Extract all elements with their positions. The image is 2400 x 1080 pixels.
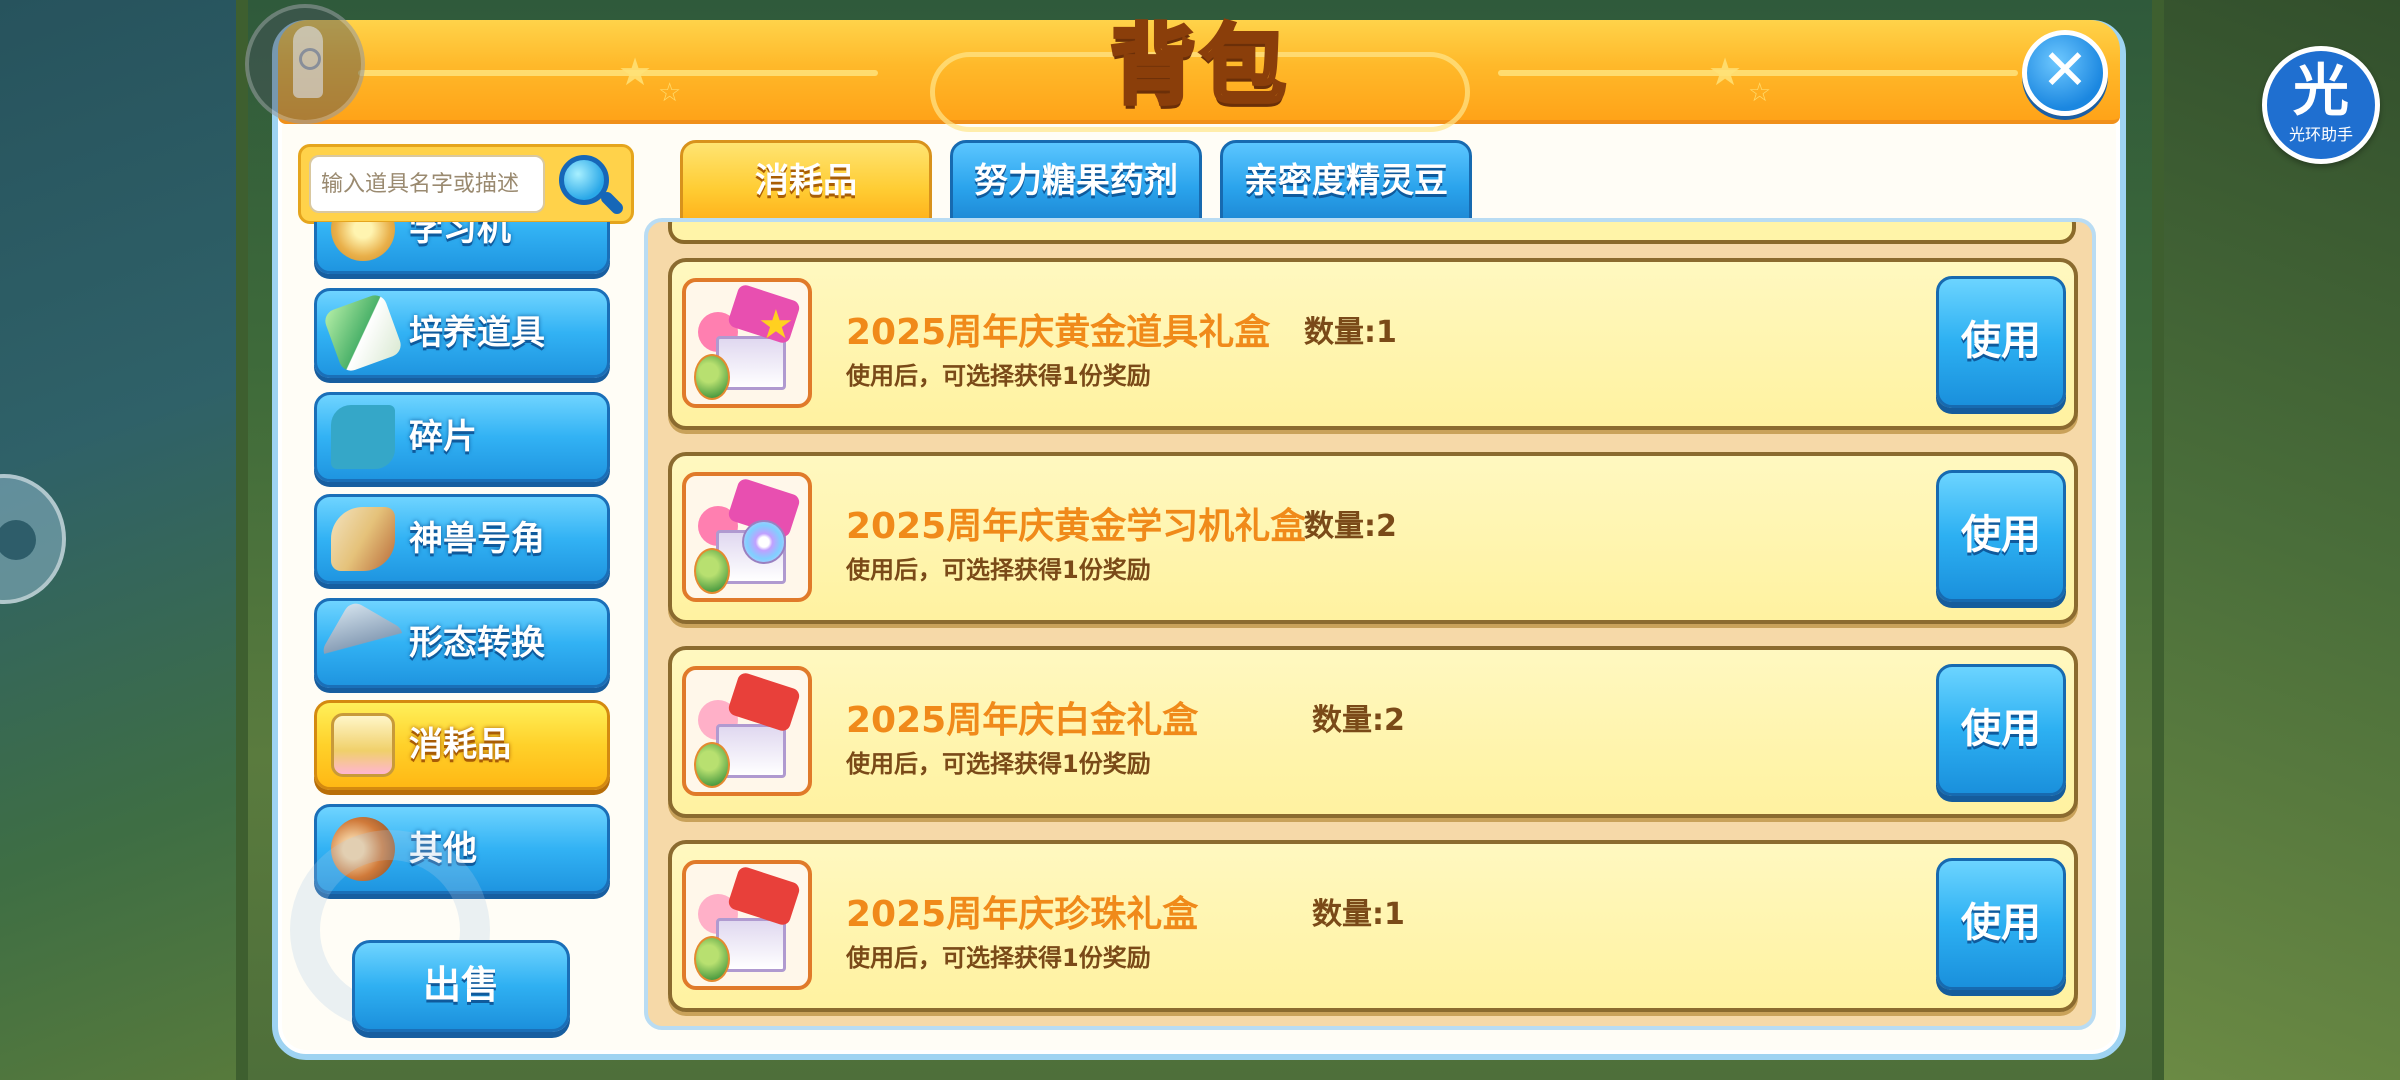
item-row-partial	[668, 222, 2076, 244]
star-icon: ★	[758, 302, 794, 348]
helper-badge[interactable]: 光 光环助手	[2262, 46, 2380, 164]
item-row: 2025周年庆白金礼盒 数量:2 使用后，可选择获得1份奖励 使用	[668, 646, 2078, 818]
form-change-icon	[319, 599, 407, 687]
disc-icon	[742, 520, 786, 564]
category-label: 学习机	[409, 222, 511, 249]
close-button[interactable]: ✕	[2022, 30, 2108, 116]
helper-label: 光环助手	[2288, 125, 2353, 144]
category-learning-machine[interactable]: 学习机	[314, 222, 610, 274]
star-icon: ★	[1708, 50, 1743, 94]
item-quantity: 数量:1	[1312, 897, 1405, 932]
gift-decor	[694, 742, 730, 788]
use-button[interactable]: 使用	[1936, 858, 2066, 990]
gift-decor	[694, 936, 730, 982]
background-right	[2160, 0, 2400, 1080]
tab-intimacy-beans[interactable]: 亲密度精灵豆	[1220, 140, 1472, 222]
learning-machine-icon	[331, 222, 395, 261]
category-beast-horn[interactable]: 神兽号角	[314, 494, 610, 584]
item-list[interactable]: ★ 2025周年庆黄金道具礼盒 数量:1 使用后，可选择获得1份奖励 使用 20…	[644, 218, 2096, 1030]
consumable-icon	[331, 713, 395, 777]
fragment-icon	[331, 405, 395, 469]
gift-box-icon	[682, 666, 812, 796]
helper-glyph: 光	[2293, 59, 2349, 124]
tab-effort-candy[interactable]: 努力糖果药剂	[950, 140, 1202, 222]
category-fragments[interactable]: 碎片	[314, 392, 610, 482]
gift-box-icon	[682, 472, 812, 602]
page-title: 背包	[1108, 14, 1290, 118]
category-label: 消耗品	[409, 725, 511, 765]
category-training-items[interactable]: 培养道具	[314, 288, 610, 378]
item-description: 使用后，可选择获得1份奖励	[846, 556, 1151, 584]
star-icon: ☆	[658, 78, 682, 108]
item-name: 2025周年庆珍珠礼盒	[846, 894, 1199, 935]
item-description: 使用后，可选择获得1份奖励	[846, 944, 1151, 972]
rocket-icon[interactable]	[245, 4, 365, 124]
item-name: 2025周年庆黄金学习机礼盒	[846, 506, 1307, 547]
category-list[interactable]: 学习机 培养道具 碎片 神兽号角 形态转换 消耗品 其他	[300, 222, 630, 902]
gift-decor	[694, 354, 730, 400]
item-row: ★ 2025周年庆黄金道具礼盒 数量:1 使用后，可选择获得1份奖励 使用	[668, 258, 2078, 430]
item-row: 2025周年庆黄金学习机礼盒 数量:2 使用后，可选择获得1份奖励 使用	[668, 452, 2078, 624]
category-consumables[interactable]: 消耗品	[314, 700, 610, 790]
category-label: 碎片	[409, 417, 477, 457]
use-button[interactable]: 使用	[1936, 664, 2066, 796]
category-form-change[interactable]: 形态转换	[314, 598, 610, 688]
search-button[interactable]	[553, 151, 626, 219]
gift-decor	[694, 548, 730, 594]
tab-consumables[interactable]: 消耗品	[680, 140, 932, 222]
item-name: 2025周年庆黄金道具礼盒	[846, 312, 1271, 353]
item-quantity: 数量:1	[1304, 315, 1397, 350]
search-icon-handle	[598, 189, 626, 217]
search-input[interactable]	[309, 155, 545, 213]
header-decor-line	[1498, 70, 2018, 76]
item-description: 使用后，可选择获得1份奖励	[846, 750, 1151, 778]
sell-button[interactable]: 出售	[352, 940, 570, 1032]
frame-strip-left	[236, 0, 248, 1080]
use-button[interactable]: 使用	[1936, 470, 2066, 602]
gift-box-icon	[682, 860, 812, 990]
item-name: 2025周年庆白金礼盒	[846, 700, 1199, 741]
search-bar	[298, 144, 634, 224]
use-button[interactable]: 使用	[1936, 276, 2066, 408]
star-icon: ☆	[1748, 78, 1772, 108]
category-label: 形态转换	[409, 623, 545, 663]
gift-box-icon: ★	[682, 278, 812, 408]
item-quantity: 数量:2	[1312, 703, 1405, 738]
category-label: 培养道具	[409, 313, 545, 353]
item-quantity: 数量:2	[1304, 509, 1397, 544]
star-icon: ★	[618, 50, 653, 94]
item-description: 使用后，可选择获得1份奖励	[846, 362, 1151, 390]
item-row: 2025周年庆珍珠礼盒 数量:1 使用后，可选择获得1份奖励 使用	[668, 840, 2078, 1012]
category-label: 神兽号角	[409, 519, 545, 559]
frame-strip-right	[2152, 0, 2164, 1080]
beast-horn-icon	[331, 507, 395, 571]
training-item-icon	[321, 291, 405, 375]
